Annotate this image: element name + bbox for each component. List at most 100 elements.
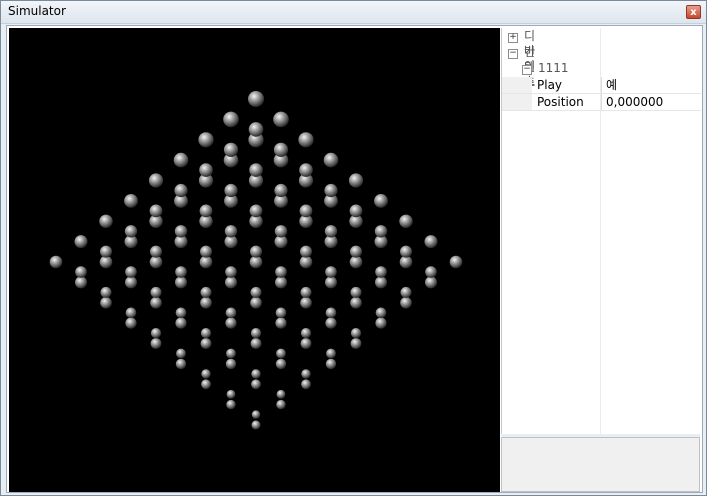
close-button[interactable]: x <box>686 5 701 19</box>
sphere <box>374 225 388 238</box>
sphere <box>375 276 387 289</box>
sphere <box>75 276 87 289</box>
sphere <box>49 255 63 269</box>
sphere <box>325 276 337 289</box>
sphere <box>323 152 339 168</box>
collapse-minus-icon[interactable]: − <box>522 65 532 75</box>
sphere <box>225 307 237 319</box>
sphere <box>226 399 236 410</box>
sphere <box>173 152 189 168</box>
sphere <box>399 214 413 228</box>
sphere <box>199 204 213 218</box>
property-name: Play <box>537 78 563 92</box>
sphere <box>200 328 212 339</box>
title-bar[interactable]: Simulator x <box>1 1 706 24</box>
expand-plus-icon[interactable]: + <box>508 33 518 43</box>
sphere <box>350 338 362 349</box>
sphere <box>300 328 312 339</box>
sphere <box>200 245 212 258</box>
property-value[interactable]: 예 <box>606 77 617 93</box>
sphere <box>150 328 162 339</box>
sphere <box>224 183 238 198</box>
sphere <box>175 276 187 289</box>
description-pane <box>501 437 700 492</box>
sphere <box>201 379 211 390</box>
sphere <box>275 276 287 289</box>
sphere <box>350 328 362 339</box>
sphere <box>251 410 261 419</box>
sphere <box>251 379 261 390</box>
sphere <box>250 328 262 339</box>
sphere <box>299 163 313 177</box>
sphere <box>200 297 212 309</box>
sphere <box>424 235 438 249</box>
sphere <box>325 307 337 319</box>
sphere <box>325 358 337 370</box>
sphere <box>150 297 162 309</box>
sphere <box>150 245 162 258</box>
sphere <box>100 297 112 309</box>
sphere <box>326 348 336 359</box>
property-panel: + 디바이스 − 컨텐츠 − 1111 Play 예 Position <box>501 28 701 434</box>
sphere <box>125 276 137 289</box>
sphere <box>250 286 262 298</box>
sphere <box>425 266 437 278</box>
sphere <box>300 286 312 298</box>
property-row-position[interactable]: Position 0,000000 <box>502 94 701 111</box>
tree-node-label: 1111 <box>538 61 569 75</box>
sphere <box>375 266 387 278</box>
sphere <box>223 111 239 128</box>
sphere <box>350 286 362 298</box>
sphere <box>124 225 138 238</box>
property-value[interactable]: 0,000000 <box>606 94 663 110</box>
sphere <box>200 338 212 349</box>
sphere <box>250 338 262 349</box>
sphere <box>400 286 412 298</box>
sphere <box>375 317 387 329</box>
sphere <box>251 369 261 379</box>
sphere <box>99 214 113 228</box>
sphere <box>198 132 214 148</box>
sphere <box>275 358 287 370</box>
sphere <box>226 389 236 399</box>
sphere <box>248 91 264 107</box>
sphere <box>148 173 164 188</box>
sphere <box>249 204 263 218</box>
sphere <box>449 255 463 269</box>
sphere <box>300 338 312 349</box>
sphere <box>276 348 286 359</box>
sphere <box>251 420 261 430</box>
client-area: + 디바이스 − 컨텐츠 − 1111 Play 예 Position <box>6 25 703 493</box>
sphere <box>300 297 312 309</box>
sphere <box>350 245 362 258</box>
sphere <box>400 245 412 258</box>
property-row-play[interactable]: Play 예 <box>502 77 701 94</box>
close-icon: x <box>690 7 697 18</box>
sphere <box>325 317 337 329</box>
sphere <box>273 111 289 128</box>
sphere <box>150 338 162 349</box>
sphere <box>225 317 237 329</box>
row-gutter <box>502 94 532 110</box>
sphere <box>125 266 137 278</box>
sphere <box>201 369 211 379</box>
sphere <box>350 297 362 309</box>
sphere-field <box>49 91 463 430</box>
sphere <box>274 183 288 198</box>
sphere <box>200 286 212 298</box>
sphere <box>301 369 311 379</box>
sphere <box>149 204 163 218</box>
sphere <box>298 132 314 148</box>
sphere <box>374 194 388 208</box>
sphere <box>223 142 239 157</box>
simulation-viewport[interactable] <box>9 28 500 492</box>
sphere <box>275 317 287 329</box>
collapse-minus-icon[interactable]: − <box>508 49 518 59</box>
sphere <box>75 266 87 278</box>
sphere <box>150 286 162 298</box>
sphere <box>250 245 262 258</box>
sphere <box>276 389 286 399</box>
sphere <box>74 235 88 249</box>
sphere <box>325 266 337 278</box>
sphere <box>100 245 112 258</box>
